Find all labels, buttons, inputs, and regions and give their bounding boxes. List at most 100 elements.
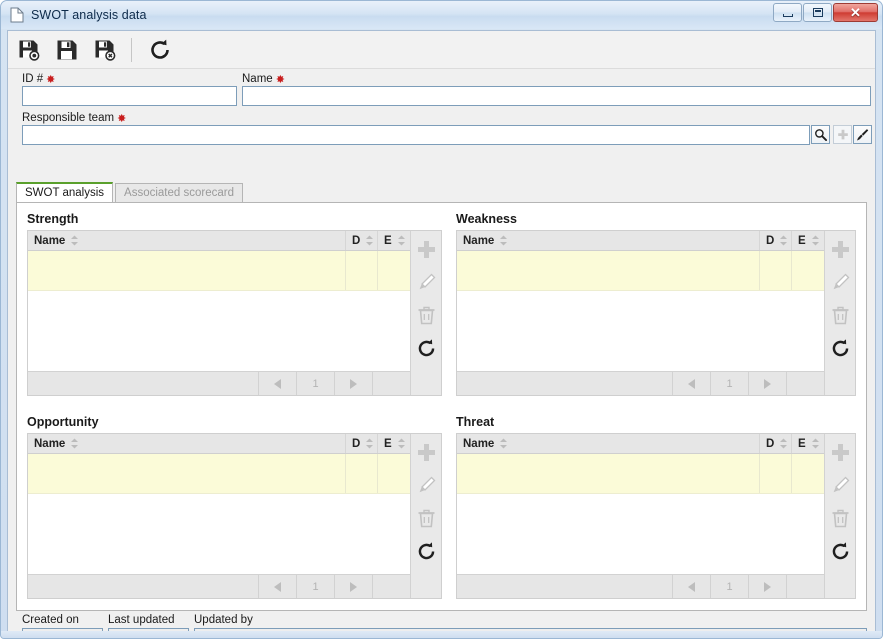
refresh-grid-button[interactable] xyxy=(415,337,437,359)
new-entry-d-cell[interactable] xyxy=(346,454,378,493)
refresh-grid-button[interactable] xyxy=(829,540,851,562)
new-entry-e-cell[interactable] xyxy=(792,454,824,493)
tab-associated-scorecard[interactable]: Associated scorecard xyxy=(115,183,243,202)
add-row-button[interactable] xyxy=(829,441,851,463)
column-header-e[interactable]: E xyxy=(792,231,824,250)
sort-icon xyxy=(366,438,374,449)
refresh-grid-button[interactable] xyxy=(415,540,437,562)
delete-row-button[interactable] xyxy=(829,304,851,326)
trash-icon xyxy=(418,306,434,324)
column-header-d[interactable]: D xyxy=(760,231,792,250)
new-entry-name-cell[interactable] xyxy=(457,454,760,493)
responsible-team-add-button[interactable] xyxy=(833,125,852,144)
pencil-icon xyxy=(833,476,849,492)
responsible-team-search-button[interactable] xyxy=(811,125,830,144)
delete-row-button[interactable] xyxy=(415,507,437,529)
grid-header-strength: Name D E xyxy=(28,231,410,251)
edit-row-button[interactable] xyxy=(829,271,851,293)
id-input[interactable] xyxy=(22,86,237,106)
prev-page-button[interactable] xyxy=(258,372,296,395)
add-row-button[interactable] xyxy=(415,238,437,260)
edit-row-button[interactable] xyxy=(415,474,437,496)
new-entry-name-cell[interactable] xyxy=(457,251,760,290)
prev-page-button[interactable] xyxy=(258,575,296,598)
save-and-close-button[interactable] xyxy=(88,34,122,66)
refresh-grid-button[interactable] xyxy=(829,337,851,359)
edit-row-button[interactable] xyxy=(829,474,851,496)
tab-swot-analysis[interactable]: SWOT analysis xyxy=(16,182,114,202)
new-entry-row[interactable] xyxy=(28,251,410,291)
column-header-name[interactable]: Name xyxy=(28,434,346,453)
pager-spacer xyxy=(786,575,824,598)
title-bar: SWOT analysis data ✕ xyxy=(1,1,882,29)
column-header-name[interactable]: Name xyxy=(457,434,760,453)
save-button[interactable] xyxy=(50,34,84,66)
add-row-button[interactable] xyxy=(415,441,437,463)
column-header-name[interactable]: Name xyxy=(457,231,760,250)
floppy-disk-plus-icon xyxy=(19,40,40,61)
new-entry-name-cell[interactable] xyxy=(28,251,346,290)
sort-icon xyxy=(780,438,788,449)
new-entry-row[interactable] xyxy=(457,454,824,494)
prev-page-button[interactable] xyxy=(672,372,710,395)
refresh-button[interactable] xyxy=(143,34,177,66)
brush-icon xyxy=(856,129,869,141)
page-number[interactable]: 1 xyxy=(710,575,748,598)
column-header-d[interactable]: D xyxy=(346,434,378,453)
next-page-button[interactable] xyxy=(334,372,372,395)
pager-spacer xyxy=(372,372,410,395)
plus-icon xyxy=(831,443,849,461)
next-page-button[interactable] xyxy=(748,575,786,598)
maximize-button[interactable] xyxy=(803,3,832,22)
next-page-button[interactable] xyxy=(748,372,786,395)
refresh-icon xyxy=(151,39,169,59)
quadrant-title-threat: Threat xyxy=(456,415,495,429)
pager-spacer xyxy=(786,372,824,395)
prev-page-button[interactable] xyxy=(672,575,710,598)
column-header-d[interactable]: D xyxy=(760,434,792,453)
name-input[interactable] xyxy=(242,86,871,106)
sort-icon xyxy=(780,235,788,246)
pager-spacer xyxy=(372,575,410,598)
delete-row-button[interactable] xyxy=(829,507,851,529)
page-number[interactable]: 1 xyxy=(710,372,748,395)
new-entry-e-cell[interactable] xyxy=(378,454,410,493)
column-header-name[interactable]: Name xyxy=(28,231,346,250)
page-number[interactable]: 1 xyxy=(296,575,334,598)
quadrant-title-strength: Strength xyxy=(27,212,79,226)
new-entry-d-cell[interactable] xyxy=(760,454,792,493)
plus-icon xyxy=(831,240,849,258)
new-entry-row[interactable] xyxy=(457,251,824,291)
last-updated-label: Last updated xyxy=(108,614,175,626)
column-header-e[interactable]: E xyxy=(378,434,410,453)
next-page-button[interactable] xyxy=(334,575,372,598)
page-number[interactable]: 1 xyxy=(296,372,334,395)
new-entry-e-cell[interactable] xyxy=(792,251,824,290)
quadrant-title-weakness: Weakness xyxy=(456,212,517,226)
grid-body-strength xyxy=(28,251,410,371)
trash-icon xyxy=(832,306,848,324)
new-entry-name-cell[interactable] xyxy=(28,454,346,493)
new-entry-d-cell[interactable] xyxy=(760,251,792,290)
sort-icon xyxy=(811,438,819,449)
sort-icon xyxy=(397,235,405,246)
add-row-button[interactable] xyxy=(829,238,851,260)
close-button[interactable]: ✕ xyxy=(833,3,878,22)
column-header-d[interactable]: D xyxy=(346,231,378,250)
refresh-icon xyxy=(832,338,848,356)
save-and-new-button[interactable] xyxy=(12,34,46,66)
responsible-team-clear-button[interactable] xyxy=(853,125,872,144)
grid-strength: Name D E 1 xyxy=(27,230,442,396)
responsible-team-input[interactable] xyxy=(22,125,810,145)
new-entry-d-cell[interactable] xyxy=(346,251,378,290)
column-header-e[interactable]: E xyxy=(792,434,824,453)
column-header-e[interactable]: E xyxy=(378,231,410,250)
grid-actions-weakness xyxy=(824,231,855,395)
delete-row-button[interactable] xyxy=(415,304,437,326)
grid-pager-weakness: 1 xyxy=(457,371,824,395)
edit-row-button[interactable] xyxy=(415,271,437,293)
sort-icon xyxy=(500,235,508,246)
minimize-button[interactable] xyxy=(773,3,802,22)
new-entry-row[interactable] xyxy=(28,454,410,494)
new-entry-e-cell[interactable] xyxy=(378,251,410,290)
